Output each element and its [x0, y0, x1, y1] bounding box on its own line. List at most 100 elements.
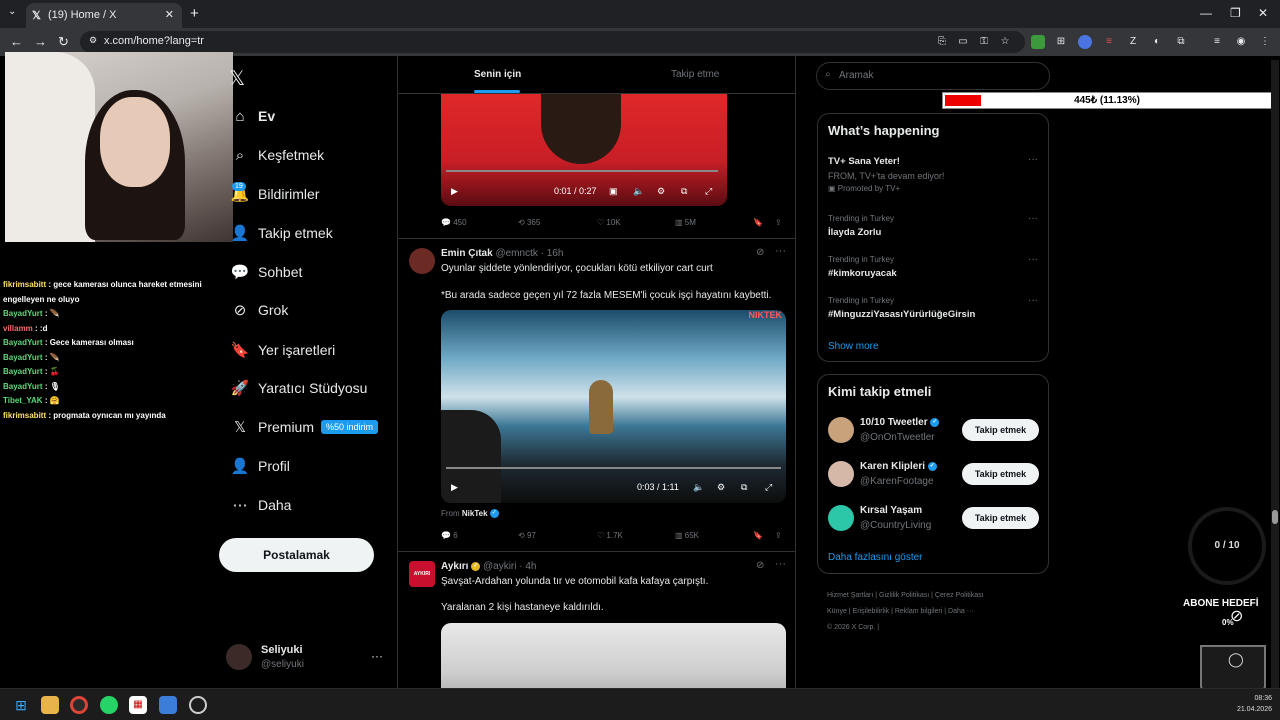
- fullscreen-icon[interactable]: ⤢: [705, 186, 712, 197]
- trend-item[interactable]: Trending in Turkey #MinguzziYasasıYürürl…: [828, 296, 975, 320]
- bookmark-icon[interactable]: 🔖: [753, 218, 763, 227]
- x-logo-icon[interactable]: 𝕏: [229, 66, 245, 91]
- file-explorer-icon[interactable]: [41, 696, 59, 714]
- tab-close-icon[interactable]: ✕: [165, 8, 174, 21]
- video-scrubber[interactable]: [446, 170, 718, 172]
- bookmark-star-icon[interactable]: ☆: [998, 35, 1012, 49]
- avatar[interactable]: AYKIRI: [409, 561, 435, 587]
- close-window-icon[interactable]: ✕: [1258, 6, 1268, 20]
- tab-following[interactable]: Takip etme: [671, 69, 719, 80]
- grok-icon[interactable]: ⊘: [756, 247, 764, 258]
- menu-kebab-icon[interactable]: ⋮: [1258, 35, 1272, 49]
- share-icon[interactable]: ⇪: [775, 531, 782, 540]
- video-scrubber[interactable]: [446, 467, 781, 469]
- nav-item-grok[interactable]: ⊘ Grok: [230, 298, 289, 322]
- trend-item[interactable]: Trending in Turkey İlayda Zorlu: [828, 214, 894, 238]
- key-icon[interactable]: ⚿: [977, 35, 991, 49]
- more-icon[interactable]: ···: [1028, 154, 1038, 165]
- author-name[interactable]: Emin Çıtak: [441, 248, 493, 259]
- author-name[interactable]: Aykırı: [441, 561, 468, 572]
- from-source-link[interactable]: NikTek: [462, 509, 488, 518]
- like-button[interactable]: ♡ 1.7K: [597, 531, 623, 540]
- nav-item-bookmarks[interactable]: 🔖 Yer işaretleri: [230, 338, 336, 362]
- extensions-puzzle-icon[interactable]: ⧉: [1174, 35, 1188, 49]
- author-handle[interactable]: @emnctk: [495, 248, 537, 259]
- new-tab-button[interactable]: +: [190, 5, 199, 22]
- settings-icon[interactable]: ⚙: [657, 186, 665, 197]
- tweet-video[interactable]: NIKTEK ▶ 0:03 / 1:11 🔈 ⚙ ⧉ ⤢: [441, 310, 786, 503]
- cast-icon[interactable]: ▭: [956, 35, 970, 49]
- play-icon[interactable]: ▶: [451, 186, 458, 197]
- repost-button[interactable]: ⟲ 365: [518, 218, 540, 227]
- reply-button[interactable]: 💬 450: [441, 218, 467, 227]
- nav-item-follow[interactable]: 👤 Takip etmek: [230, 221, 333, 245]
- account-more-icon[interactable]: ···: [371, 649, 383, 663]
- nav-item-premium[interactable]: 𝕏 Premium: [230, 415, 314, 439]
- tweet-time[interactable]: · 16h: [541, 248, 564, 259]
- maximize-icon[interactable]: ❐: [1230, 6, 1241, 20]
- more-icon[interactable]: ···: [775, 558, 786, 570]
- forward-icon[interactable]: →: [34, 34, 47, 49]
- follow-button[interactable]: Takip etmek: [962, 507, 1039, 529]
- bookmark-icon[interactable]: 🔖: [753, 531, 763, 540]
- translate-icon[interactable]: ⎘: [935, 35, 949, 49]
- scrollbar-thumb[interactable]: [1272, 510, 1278, 524]
- minimize-icon[interactable]: —: [1200, 6, 1212, 20]
- footer-link[interactable]: Reklam bilgileri: [895, 608, 942, 615]
- captions-icon[interactable]: ▣: [609, 186, 618, 197]
- extension-blue-icon[interactable]: [1078, 35, 1092, 49]
- show-more-link[interactable]: Daha fazlasını göster: [828, 552, 923, 563]
- footer-link[interactable]: Çerez Politikası: [935, 592, 984, 599]
- post-button[interactable]: Postalamak: [219, 538, 374, 572]
- author-handle[interactable]: @aykiri: [483, 561, 517, 572]
- follow-user-name[interactable]: 10/10 Tweetler ✓: [860, 417, 940, 428]
- whatsapp-icon[interactable]: [100, 696, 118, 714]
- volume-icon[interactable]: 🔈: [693, 482, 704, 493]
- page-scrollbar[interactable]: [1271, 60, 1279, 688]
- more-icon[interactable]: ···: [1028, 254, 1038, 265]
- more-icon[interactable]: ···: [1028, 295, 1038, 306]
- repost-button[interactable]: ⟲ 97: [518, 531, 536, 540]
- more-icon[interactable]: ···: [1028, 213, 1038, 224]
- tweet-time[interactable]: · 4h: [519, 561, 536, 572]
- follow-user-handle[interactable]: @KarenFootage: [860, 476, 934, 487]
- footer-link[interactable]: © 2026 X Corp.: [827, 624, 875, 631]
- avatar[interactable]: [828, 505, 854, 531]
- system-clock[interactable]: 08:36 21.04.2026: [1237, 693, 1272, 715]
- account-switcher[interactable]: Seliyuki @seliyuki ···: [226, 642, 386, 682]
- fullscreen-icon[interactable]: ⤢: [765, 482, 772, 493]
- tab-for-you[interactable]: Senin için: [474, 69, 521, 80]
- avatar[interactable]: [828, 417, 854, 443]
- playlist-icon[interactable]: ≡: [1210, 35, 1224, 49]
- extension-shield-icon[interactable]: ◐: [1150, 35, 1164, 49]
- windows-start-icon[interactable]: ⊞: [12, 696, 30, 714]
- more-icon[interactable]: ···: [775, 245, 786, 257]
- nav-item-more[interactable]: ⋯ Daha: [230, 493, 292, 517]
- grok-icon[interactable]: ⊘: [756, 560, 764, 571]
- site-info-icon[interactable]: ⚙: [89, 35, 97, 46]
- follow-button[interactable]: Takip etmek: [962, 419, 1039, 441]
- search-input[interactable]: ⌕ Aramak: [816, 62, 1050, 90]
- follow-user-name[interactable]: Kırsal Yaşam: [860, 505, 922, 516]
- views-button[interactable]: ▥ 65K: [675, 531, 699, 540]
- play-icon[interactable]: ▶: [451, 482, 458, 493]
- nav-item-profile[interactable]: 👤 Profil: [230, 454, 290, 478]
- footer-link[interactable]: Gizlilik Politikası: [879, 592, 929, 599]
- tab-search-icon[interactable]: ⌄: [8, 6, 16, 17]
- extension-red-icon[interactable]: ≡: [1102, 35, 1116, 49]
- footer-link[interactable]: Künye: [827, 608, 847, 615]
- follow-user-name[interactable]: Karen Klipleri ✓: [860, 461, 937, 472]
- obs-icon[interactable]: [189, 696, 207, 714]
- follow-user-handle[interactable]: @CountryLiving: [860, 520, 931, 531]
- avatar[interactable]: [828, 461, 854, 487]
- trend-item[interactable]: Trending in Turkey #kimkoruyacak: [828, 255, 897, 279]
- extension-green-icon[interactable]: [1031, 35, 1045, 49]
- tweet-video[interactable]: ▶ 0:01 / 0:27 ▣ 🔈 ⚙ ⧉ ⤢: [441, 94, 727, 206]
- like-button[interactable]: ♡ 10K: [597, 218, 621, 227]
- promo-trend[interactable]: TV+ Sana Yeter! FROM, TV+'ta devam ediyo…: [828, 156, 1038, 193]
- settings-icon[interactable]: ⚙: [717, 482, 725, 493]
- photos-icon[interactable]: [159, 696, 177, 714]
- back-icon[interactable]: ←: [10, 34, 23, 49]
- avatar[interactable]: [409, 248, 435, 274]
- url-field[interactable]: ⚙ x.com/home?lang=tr: [80, 31, 1025, 53]
